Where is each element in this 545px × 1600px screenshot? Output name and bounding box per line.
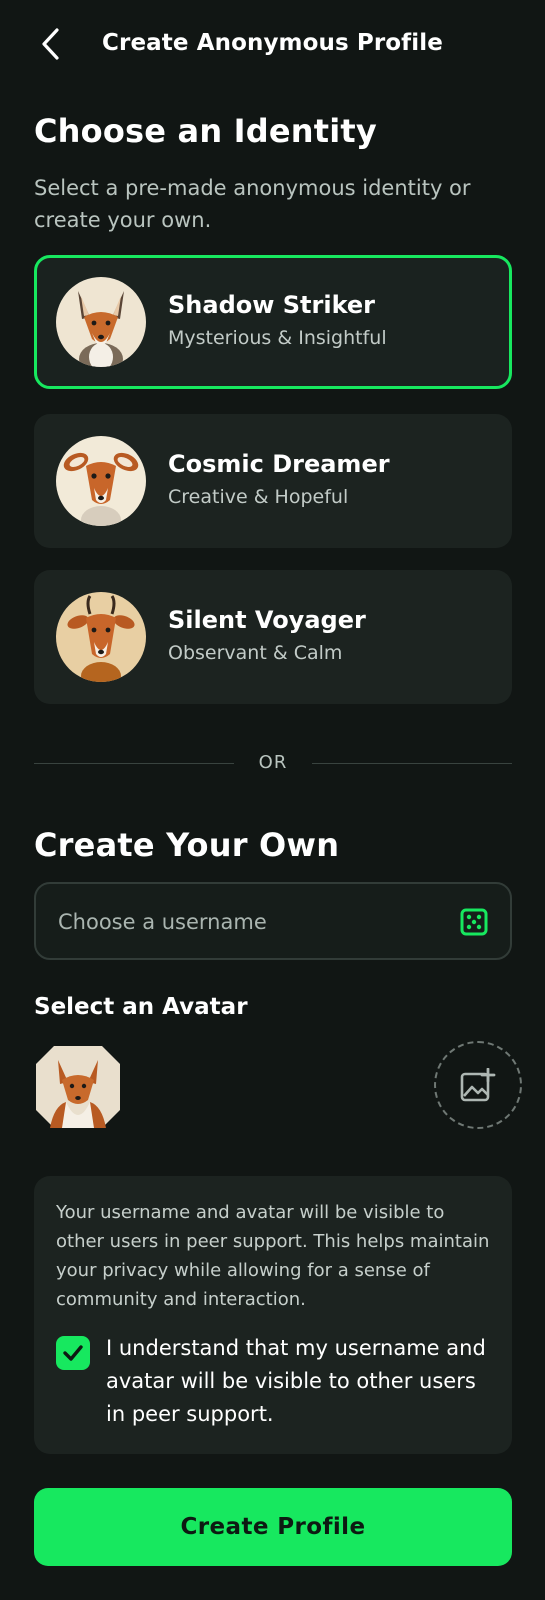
create-section-title: Create Your Own [34,826,340,864]
privacy-notice: Your username and avatar will be visible… [34,1176,512,1454]
identity-trait: Observant & Calm [168,642,343,664]
antelope-avatar-icon [56,592,146,682]
avatar-option-fox[interactable] [36,1046,120,1128]
identity-section-subtitle: Select a pre-made anonymous identity or … [34,176,471,232]
username-input[interactable] [58,904,438,940]
identity-name: Silent Voyager [168,606,366,634]
acknowledge-label: I understand that my username and avatar… [106,1336,486,1426]
identity-trait: Creative & Hopeful [168,486,349,508]
fox-avatar-icon [56,277,146,367]
create-profile-button[interactable]: Create Profile [34,1488,512,1566]
acknowledge-checkbox[interactable] [56,1336,90,1370]
identity-card-cosmic-dreamer[interactable]: Cosmic Dreamer Creative & Hopeful [34,414,512,548]
divider-line-right [312,763,512,764]
or-divider: OR [34,752,512,776]
privacy-notice-text: Your username and avatar will be visible… [56,1202,490,1310]
identity-card-silent-voyager[interactable]: Silent Voyager Observant & Calm [34,570,512,704]
identity-card-shadow-striker[interactable]: Shadow Striker Mysterious & Insightful [34,255,512,389]
add-image-icon [460,1068,496,1102]
header: Create Anonymous Profile [0,0,545,96]
deer-avatar-icon [56,436,146,526]
identity-name: Cosmic Dreamer [168,450,390,478]
avatar-label: Select an Avatar [34,994,248,1020]
random-username-button[interactable] [460,908,488,936]
checkmark-icon [63,1345,83,1361]
identity-section-title: Choose an Identity [34,112,377,150]
page-title: Create Anonymous Profile [102,30,443,56]
dice-icon [460,908,488,936]
username-field [34,882,512,960]
identity-name: Shadow Striker [168,291,376,319]
fox-avatar-icon [36,1046,120,1128]
upload-avatar-button[interactable] [434,1041,522,1129]
identity-trait: Mysterious & Insightful [168,327,387,349]
